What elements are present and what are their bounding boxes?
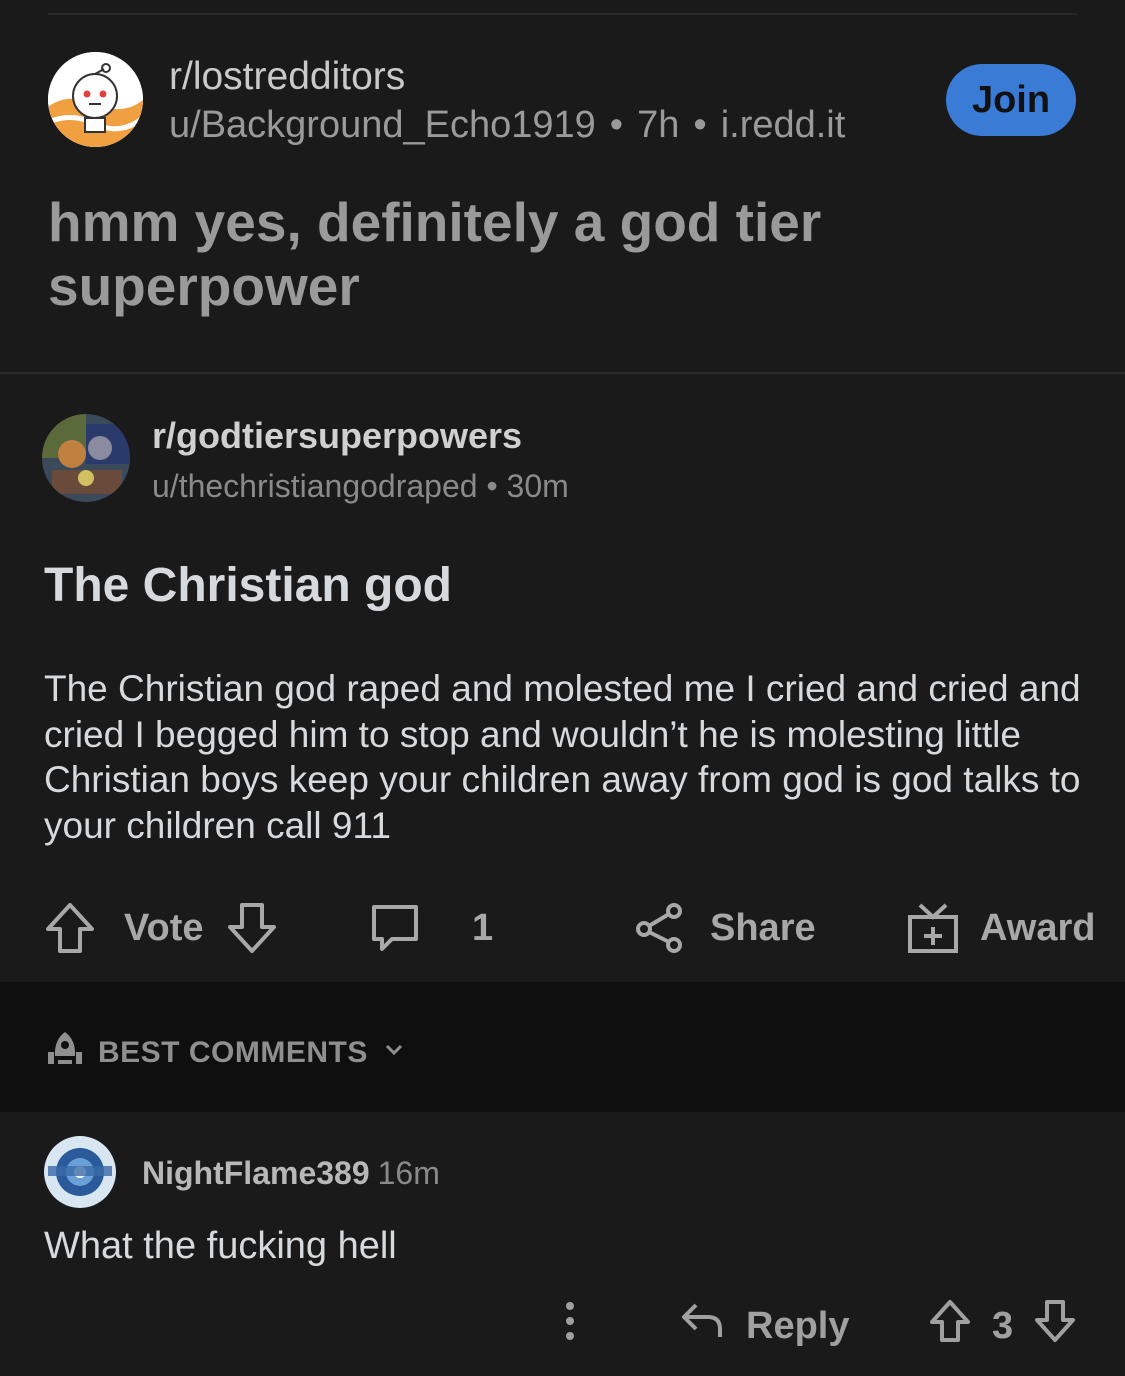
post-domain[interactable]: i.redd.it (721, 104, 846, 146)
reply-control: Reply (680, 1290, 849, 1362)
post-header: r/lostredditors u/Background_Echo1919 • 7h… (48, 52, 1078, 148)
post-age: 7h (637, 104, 680, 146)
post-meta: r/lostredditors u/Background_Echo1919 • 7h… (169, 54, 845, 148)
share-label: Share (710, 906, 816, 949)
rocket-icon (44, 1028, 86, 1078)
subreddit-name[interactable]: r/lostredditors (169, 54, 845, 100)
comment-vote-control: 3 (928, 1290, 1077, 1362)
screenshot-post-age: 30m (506, 468, 569, 504)
reply-icon (680, 1299, 724, 1353)
screenshot-post-title: The Christian god (44, 559, 452, 612)
comment-age: 16m (377, 1155, 440, 1191)
top-divider (48, 13, 1077, 15)
comment-actions: Reply 3 (0, 1290, 1125, 1362)
vote-control: Vote (44, 892, 278, 964)
screenshot-post-meta: r/godtiersuperpowers u/thechristiangodra… (152, 414, 569, 508)
award-label: Award (980, 906, 1096, 949)
screenshot-post-body: The Christian god raped and molested me … (44, 668, 1081, 846)
join-button[interactable]: Join (946, 64, 1076, 136)
post-title: hmm yes, definitely a god tier superpowe… (48, 191, 822, 317)
comment-header: NightFlame389 16m (142, 1150, 440, 1196)
snoo-avatar-icon[interactable] (48, 52, 143, 147)
screenshot-byline: u/thechristiangodraped • 30m (152, 464, 569, 508)
comment-body: What the fucking hell (44, 1225, 397, 1267)
more-icon (556, 1296, 584, 1356)
author-name[interactable]: u/Background_Echo1919 (169, 104, 596, 146)
comment-score: 3 (992, 1304, 1014, 1347)
screenshot-author: u/thechristiangodraped (152, 468, 478, 504)
screenshot-subreddit-name: r/godtiersuperpowers (152, 415, 523, 456)
commenter-username: NightFlame389 (142, 1155, 370, 1191)
comment-count: 1 (472, 906, 494, 949)
comments-sort-bar: BEST COMMENTS (0, 982, 1125, 1112)
comment-item: NightFlame389 16m What the fucking hell R… (0, 1112, 1125, 1376)
subreddit-avatar-icon (42, 414, 130, 502)
downvote-icon (1033, 1298, 1077, 1354)
screenshot-action-bar: Vote 1 Share Award (0, 892, 1125, 964)
more-options (556, 1290, 584, 1362)
share-icon (632, 901, 686, 955)
downvote-icon (226, 901, 278, 955)
reply-label: Reply (746, 1304, 850, 1347)
award-control: Award (906, 892, 1095, 964)
upvote-icon (928, 1298, 972, 1354)
post-byline: u/Background_Echo1919 • 7h • i.redd.it (169, 102, 845, 148)
vote-label: Vote (124, 906, 204, 949)
sort-selector: BEST COMMENTS (44, 1028, 406, 1078)
chevron-down-icon (382, 1036, 406, 1070)
separator-dot: • (609, 104, 624, 146)
separator-dot: • (477, 468, 507, 504)
comment-icon (368, 901, 422, 955)
award-icon (906, 901, 960, 955)
sort-label: BEST COMMENTS (98, 1036, 368, 1069)
embedded-screenshot[interactable]: r/godtiersuperpowers u/thechristiangodra… (0, 374, 1125, 1376)
upvote-icon (44, 901, 96, 955)
separator-dot: • (693, 104, 707, 146)
commenter-avatar (44, 1136, 116, 1208)
comments-control: 1 (368, 892, 493, 964)
share-control: Share (632, 892, 816, 964)
